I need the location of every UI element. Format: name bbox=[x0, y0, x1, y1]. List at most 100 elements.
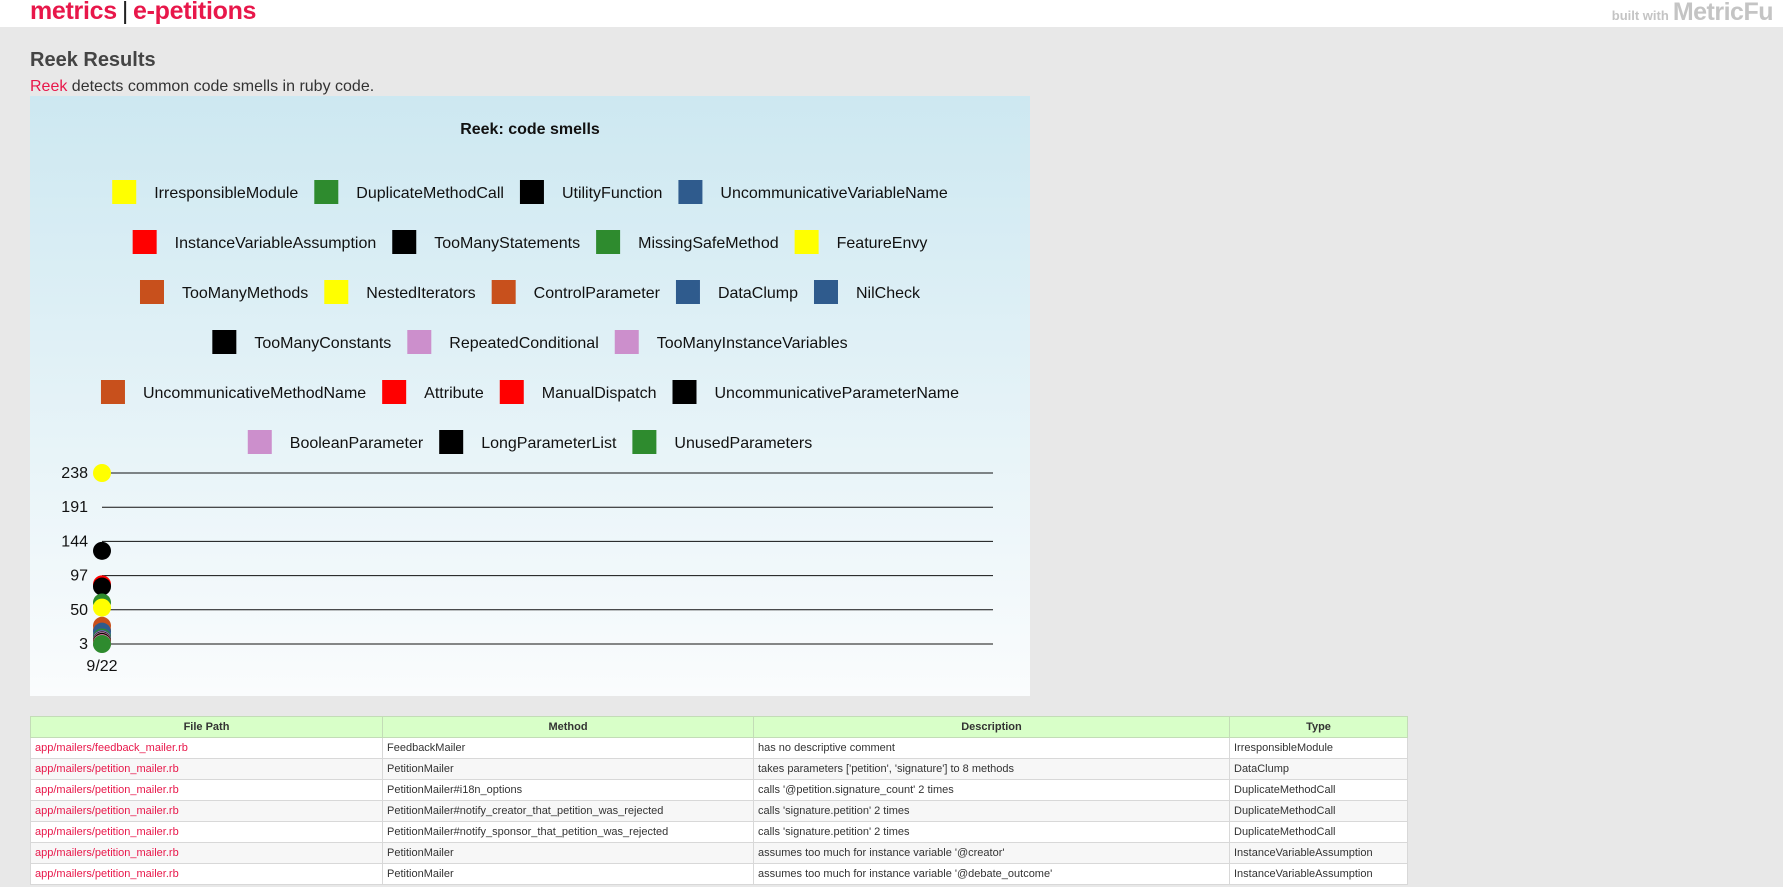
table-row: app/mailers/petition_mailer.rb PetitionMa… bbox=[30, 821, 1408, 843]
table-row: app/mailers/petition_mailer.rb PetitionMa… bbox=[30, 779, 1408, 801]
legend-label: TooManyInstanceVariables bbox=[657, 335, 848, 352]
table-header-row: File Path Method Description Type bbox=[30, 716, 1408, 738]
legend-label: Attribute bbox=[424, 385, 484, 402]
legend-row: TooManyConstants RepeatedConditional TooMa… bbox=[212, 330, 848, 354]
table-row: app/mailers/petition_mailer.rb PetitionMa… bbox=[30, 758, 1408, 780]
data-point bbox=[93, 464, 111, 482]
metricfu-logo: MetricFu bbox=[1672, 0, 1774, 26]
top-bar: metrics | e-petitions built with MetricFu bbox=[0, 0, 1783, 27]
legend-swatch bbox=[499, 380, 524, 404]
y-tick-label: 144 bbox=[61, 533, 88, 550]
method-cell: PetitionMailer bbox=[382, 758, 754, 780]
legend-label: NilCheck bbox=[856, 285, 921, 302]
file-path-link[interactable]: app/mailers/feedback_mailer.rb bbox=[30, 737, 383, 759]
legend-swatch bbox=[407, 330, 432, 354]
column-header[interactable]: Method bbox=[382, 716, 754, 738]
description-cell: calls 'signature.petition' 2 times bbox=[753, 800, 1230, 822]
legend-swatch bbox=[596, 230, 621, 254]
table-row: app/mailers/petition_mailer.rb PetitionMa… bbox=[30, 863, 1408, 885]
file-path-link[interactable]: app/mailers/petition_mailer.rb bbox=[30, 863, 383, 885]
legend-swatch bbox=[382, 380, 407, 404]
legend-swatch bbox=[314, 180, 339, 204]
type-cell: IrresponsibleModule bbox=[1229, 737, 1408, 759]
legend-row: UncommunicativeMethodName Attribute Manual… bbox=[100, 380, 960, 404]
method-cell: PetitionMailer#i18n_options bbox=[382, 779, 754, 801]
legend-swatch bbox=[247, 430, 272, 454]
legend-label: NestedIterators bbox=[366, 285, 475, 302]
legend-swatch bbox=[212, 330, 237, 354]
intro-description: detects common code smells in ruby code. bbox=[67, 78, 375, 95]
method-cell: PetitionMailer#notify_creator_that_petit… bbox=[382, 800, 754, 822]
legend-swatch bbox=[112, 180, 137, 204]
brand-separator: | bbox=[121, 0, 129, 25]
table-body: app/mailers/feedback_mailer.rb FeedbackMa… bbox=[30, 737, 1408, 885]
legend-label: LongParameterList bbox=[481, 435, 617, 452]
legend-row: IrresponsibleModule DuplicateMethodCall Ut… bbox=[112, 180, 948, 204]
legend-label: InstanceVariableAssumption bbox=[175, 235, 377, 252]
legend-swatch bbox=[678, 180, 703, 204]
legend-label: DuplicateMethodCall bbox=[356, 185, 504, 202]
legend-label: IrresponsibleModule bbox=[154, 185, 298, 202]
built-with-metricfu[interactable]: built with MetricFu bbox=[1612, 0, 1774, 27]
file-path-link[interactable]: app/mailers/petition_mailer.rb bbox=[30, 821, 383, 843]
data-point bbox=[93, 598, 111, 617]
legend-label: ManualDispatch bbox=[542, 385, 657, 402]
legend-label: ControlParameter bbox=[534, 285, 661, 302]
legend-label: DataClump bbox=[718, 285, 798, 302]
description-cell: has no descriptive comment bbox=[753, 737, 1230, 759]
legend-label: UncommunicativeMethodName bbox=[143, 385, 366, 402]
y-tick-label: 3 bbox=[79, 636, 88, 653]
data-point bbox=[93, 635, 111, 653]
legend-swatch bbox=[672, 380, 697, 404]
chart-svg: Reek: code smells IrresponsibleModule Dupl… bbox=[61, 121, 993, 675]
type-cell: DataClump bbox=[1229, 758, 1408, 780]
y-tick-label: 97 bbox=[70, 568, 88, 585]
legend-label: FeatureEnvy bbox=[837, 235, 928, 252]
description-cell: calls 'signature.petition' 2 times bbox=[753, 821, 1230, 843]
legend-label: UtilityFunction bbox=[562, 185, 662, 202]
legend-label: UncommunicativeParameterName bbox=[715, 385, 960, 402]
column-header[interactable]: Type bbox=[1229, 716, 1408, 738]
file-path-link[interactable]: app/mailers/petition_mailer.rb bbox=[30, 779, 383, 801]
legend-swatch bbox=[392, 230, 417, 254]
reek-results-table: File Path Method Description Type app/maile… bbox=[30, 716, 1408, 885]
reek-link[interactable]: Reek bbox=[30, 78, 67, 95]
description-cell: assumes too much for instance variable '… bbox=[753, 863, 1230, 885]
method-cell: PetitionMailer bbox=[382, 863, 754, 885]
legend-label: UncommunicativeVariableName bbox=[720, 185, 947, 202]
legend-swatch bbox=[813, 280, 838, 304]
column-header[interactable]: File Path bbox=[30, 716, 383, 738]
legend-label: TooManyMethods bbox=[182, 285, 308, 302]
legend-label: BooleanParameter bbox=[290, 435, 424, 452]
legend-label: UnusedParameters bbox=[674, 435, 812, 452]
description-cell: takes parameters ['petition', 'signature… bbox=[753, 758, 1230, 780]
legend-label: TooManyConstants bbox=[254, 335, 391, 352]
y-tick-label: 238 bbox=[61, 465, 88, 482]
legend-label: TooManyStatements bbox=[434, 235, 580, 252]
brand-project: e-petitions bbox=[133, 0, 257, 25]
site-brand[interactable]: metrics | e-petitions bbox=[30, 0, 256, 26]
data-point bbox=[93, 577, 111, 596]
legend-row: BooleanParameter LongParameterList UnusedP… bbox=[247, 430, 812, 454]
data-point bbox=[93, 541, 111, 560]
chart-title: Reek: code smells bbox=[460, 121, 600, 138]
method-cell: PetitionMailer#notify_sponsor_that_petit… bbox=[382, 821, 754, 843]
column-header[interactable]: Description bbox=[753, 716, 1230, 738]
file-path-link[interactable]: app/mailers/petition_mailer.rb bbox=[30, 842, 383, 864]
type-cell: DuplicateMethodCall bbox=[1229, 821, 1408, 843]
x-tick-label: 9/22 bbox=[86, 658, 117, 675]
type-cell: InstanceVariableAssumption bbox=[1229, 842, 1408, 864]
file-path-link[interactable]: app/mailers/petition_mailer.rb bbox=[30, 800, 383, 822]
type-cell: DuplicateMethodCall bbox=[1229, 800, 1408, 822]
legend-swatch bbox=[632, 430, 657, 454]
legend-swatch bbox=[324, 280, 349, 304]
legend-swatch bbox=[439, 430, 464, 454]
method-cell: PetitionMailer bbox=[382, 842, 754, 864]
y-tick-label: 50 bbox=[70, 602, 88, 619]
description-cell: assumes too much for instance variable '… bbox=[753, 842, 1230, 864]
legend-label: RepeatedConditional bbox=[449, 335, 598, 352]
legend-row: InstanceVariableAssumption TooManyStateme… bbox=[132, 230, 928, 254]
y-tick-label: 191 bbox=[61, 499, 88, 516]
legend-swatch bbox=[519, 180, 544, 204]
file-path-link[interactable]: app/mailers/petition_mailer.rb bbox=[30, 758, 383, 780]
